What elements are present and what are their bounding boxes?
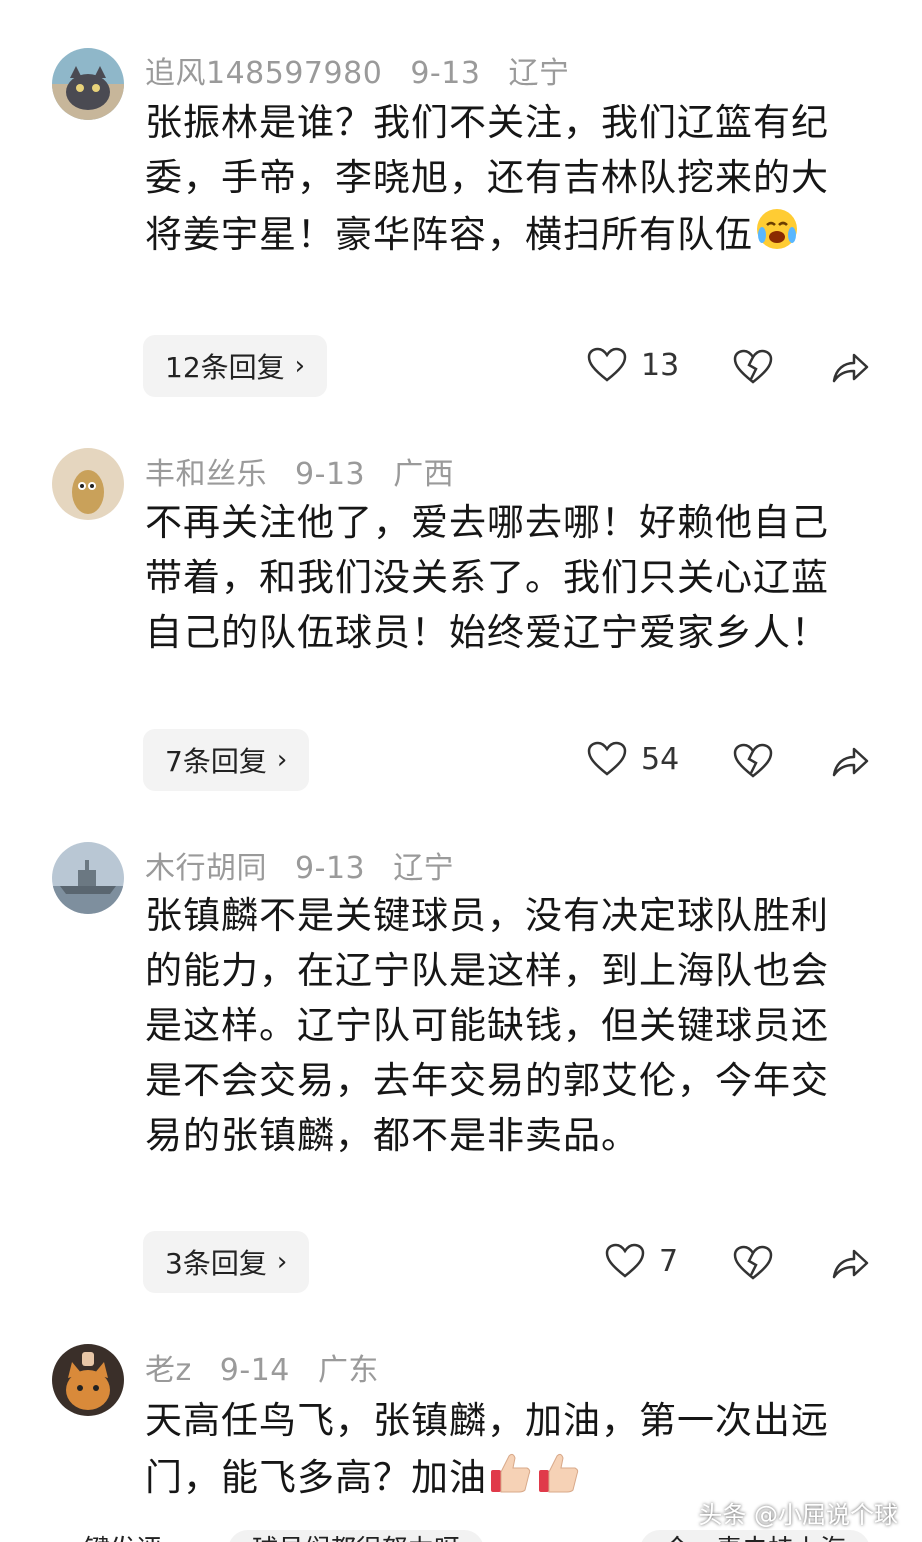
cat-avatar-icon	[52, 48, 124, 120]
quick-reply-chip[interactable]: 今，毒虫挂上海	[640, 1530, 871, 1542]
view-replies-button[interactable]: 7条回复 ›	[143, 729, 310, 791]
comment-date: 9-13	[410, 56, 481, 91]
quick-reply-chip[interactable]: 球员们都很努力呀	[228, 1530, 485, 1542]
comment-location: 广西	[393, 457, 455, 492]
user-avatar[interactable]	[52, 448, 124, 520]
comment-text: 张镇麟不是关键球员，没有决定球队胜利的能力，在辽宁队是这样，到上海队也会是这样。…	[145, 894, 829, 1157]
heart-icon	[587, 741, 627, 776]
chevron-right-icon: ›	[294, 351, 306, 381]
quick-reply-bar: 键发评 球员们都很努力呀 今，毒虫挂上海	[0, 1518, 922, 1542]
comment-location: 辽宁	[508, 56, 570, 91]
dislike-icon[interactable]	[733, 741, 773, 781]
view-replies-button[interactable]: 3条回复 ›	[143, 1231, 310, 1293]
comment-text: 张振林是谁？我们不关注，我们辽篮有纪委，手帝，李晓旭，还有吉林队挖来的大将姜宇星…	[145, 101, 829, 256]
like-button[interactable]: 54	[587, 741, 679, 777]
like-count: 13	[641, 347, 680, 383]
username[interactable]: 追风148597980	[145, 56, 382, 91]
kitten-avatar-icon	[52, 1344, 124, 1416]
thumbs-up-icon	[491, 1453, 531, 1493]
like-button[interactable]: 7	[605, 1243, 678, 1279]
comment-location: 辽宁	[393, 851, 455, 886]
crying-laughing-face-icon	[757, 209, 797, 249]
heart-icon	[587, 347, 627, 382]
share-icon[interactable]	[830, 347, 870, 387]
comment-location: 广东	[317, 1353, 379, 1388]
comment-text: 天高任鸟飞，张镇麟，加油，第一次出远门，能飞多高？加油	[145, 1399, 829, 1499]
username[interactable]: 丰和丝乐	[145, 457, 267, 492]
like-button[interactable]: 13	[587, 347, 679, 383]
username[interactable]: 木行胡同	[145, 851, 267, 886]
thumbs-up-icon	[539, 1453, 579, 1493]
chevron-right-icon: ›	[276, 1247, 288, 1277]
username[interactable]: 老z	[145, 1353, 192, 1388]
comment-date: 9-13	[295, 851, 366, 886]
quick-reply-chip[interactable]: 键发评	[60, 1530, 186, 1542]
dislike-icon[interactable]	[733, 1243, 773, 1283]
warship-avatar-icon	[52, 842, 124, 914]
user-avatar[interactable]	[52, 48, 124, 120]
comment-meta: 老z 9-14 广东	[145, 1345, 397, 1389]
heart-icon	[605, 1243, 645, 1278]
chevron-right-icon: ›	[276, 745, 288, 775]
comment-date: 9-13	[295, 457, 366, 492]
share-icon[interactable]	[830, 741, 870, 781]
cartoon-avatar-icon	[52, 448, 124, 520]
like-count: 7	[659, 1243, 679, 1279]
dislike-icon[interactable]	[733, 347, 773, 387]
share-icon[interactable]	[830, 1243, 870, 1283]
comment-meta: 丰和丝乐 9-13 广西	[145, 449, 472, 493]
like-count: 54	[641, 741, 680, 777]
view-replies-button[interactable]: 12条回复 ›	[143, 335, 328, 397]
comment-meta: 追风148597980 9-13 辽宁	[145, 48, 587, 92]
user-avatar[interactable]	[52, 842, 124, 914]
user-avatar[interactable]	[52, 1344, 124, 1416]
comment-date: 9-14	[219, 1353, 290, 1388]
comment-text: 不再关注他了，爱去哪去哪！好赖他自己带着，和我们没关系了。我们只关心辽蓝自己的队…	[145, 501, 829, 654]
comment-meta: 木行胡同 9-13 辽宁	[145, 843, 472, 887]
